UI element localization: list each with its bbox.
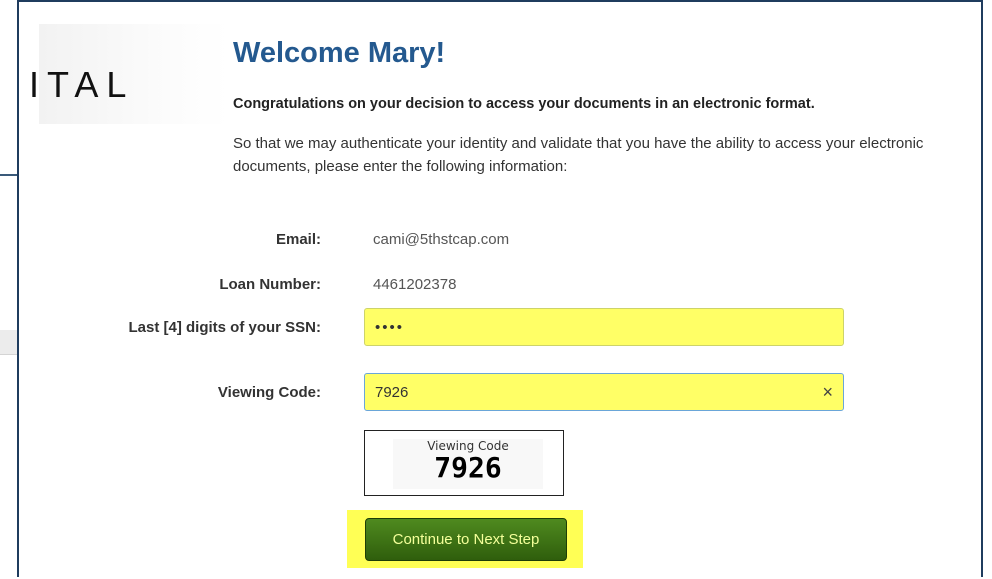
logo-text: ITAL (29, 64, 135, 105)
company-logo: ITAL (29, 24, 229, 124)
email-label: Email: (275, 231, 321, 248)
viewing-code-label: Viewing Code: (217, 384, 321, 401)
ssn-input[interactable]: •••• (364, 308, 844, 346)
email-value: cami@5thstcap.com (373, 231, 510, 248)
clear-icon[interactable]: × (822, 382, 833, 403)
intro-text: So that we may authenticate your identit… (233, 135, 924, 175)
viewing-code-input[interactable]: 7926 × (364, 373, 844, 411)
captcha-inner: Viewing Code 7926 (393, 439, 543, 489)
ssn-input-value: •••• (375, 318, 405, 336)
viewing-code-input-value: 7926 (375, 383, 409, 401)
captcha-code: 7926 (434, 451, 502, 484)
captcha-image: Viewing Code 7926 (364, 430, 564, 496)
page-title: Welcome Mary! (233, 37, 446, 69)
continue-button[interactable]: Continue to Next Step (365, 518, 567, 561)
authentication-dialog: ITAL Welcome Mary! Congratulations on yo… (17, 0, 983, 577)
loan-number-value: 4461202378 (373, 276, 457, 293)
loan-number-label: Loan Number: (219, 276, 321, 293)
congrats-text: Congratulations on your decision to acce… (233, 96, 815, 112)
ssn-label: Last [4] digits of your SSN: (128, 319, 321, 336)
